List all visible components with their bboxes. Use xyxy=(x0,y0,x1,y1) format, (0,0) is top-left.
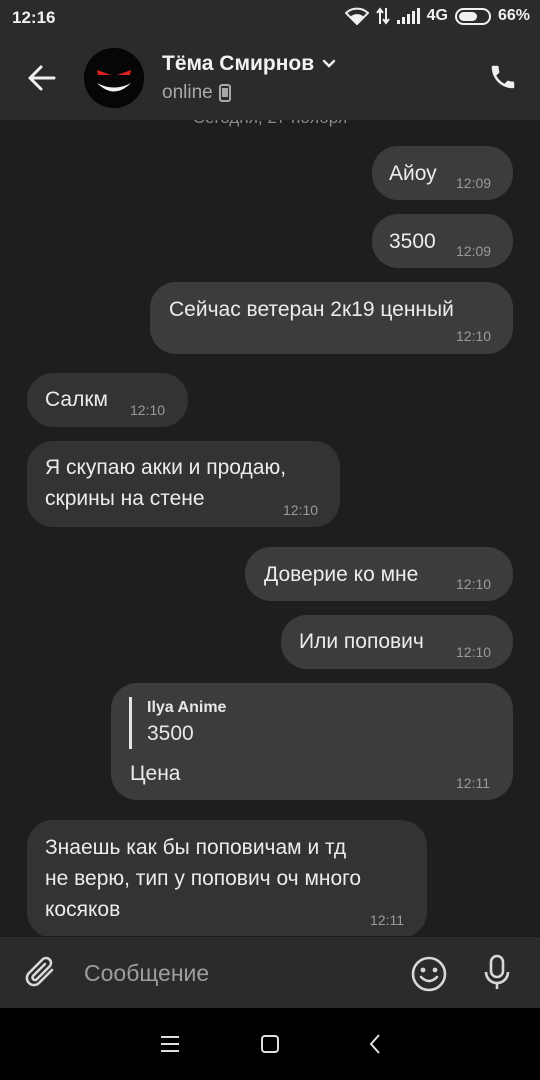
back-arrow-icon xyxy=(28,65,56,91)
message-text: Сейчас ветеран 2к19 ценный xyxy=(169,298,454,321)
message-text: Доверие ко мне xyxy=(264,563,419,586)
message-time: 12:10 xyxy=(456,644,492,660)
message-bubble-incoming[interactable]: Я скупаю акки и продаю, скрины на стене … xyxy=(27,441,340,527)
message-time: 12:09 xyxy=(456,175,492,191)
message-composer xyxy=(0,936,540,1008)
message-time: 12:09 xyxy=(456,243,492,259)
signal-icon xyxy=(396,8,420,24)
contact-status: online xyxy=(162,82,231,104)
message-text: Салкм xyxy=(45,388,108,411)
message-time: 12:10 xyxy=(456,328,492,344)
back-icon xyxy=(369,1034,380,1054)
message-time: 12:10 xyxy=(283,502,319,518)
back-button[interactable] xyxy=(22,58,62,98)
system-back-button[interactable] xyxy=(361,1030,389,1058)
contact-name-text: Тёма Смирнов xyxy=(162,52,315,75)
message-bubble-outgoing[interactable]: 3500 12:09 xyxy=(372,214,513,268)
avatar[interactable] xyxy=(84,48,144,108)
message-time: 12:11 xyxy=(456,775,490,791)
message-input[interactable] xyxy=(84,949,384,997)
message-bubble-incoming[interactable]: Знаешь как бы поповичам и тд не верю, ти… xyxy=(27,820,427,936)
message-text: 3500 xyxy=(389,230,436,253)
call-button[interactable] xyxy=(488,62,518,92)
menu-icon xyxy=(161,1036,179,1052)
wifi-icon xyxy=(344,7,369,25)
date-separator: Сегодня, 27 ноября xyxy=(0,120,540,128)
message-bubble-outgoing[interactable]: Айоу 12:09 xyxy=(372,146,513,200)
emoji-icon xyxy=(411,956,447,992)
paperclip-icon xyxy=(25,956,54,987)
message-bubble-outgoing[interactable]: Сейчас ветеран 2к19 ценный 12:10 xyxy=(150,282,513,354)
message-bubble-incoming[interactable]: Салкм 12:10 xyxy=(27,373,188,427)
message-text: Айоу xyxy=(389,162,437,185)
chat-header: Тёма Смирнов online xyxy=(0,36,540,120)
network-type: 4G xyxy=(426,7,448,24)
message-time: 12:11 xyxy=(370,912,404,928)
avatar-image xyxy=(84,48,144,108)
status-text: online xyxy=(162,82,213,103)
message-text: Или попович xyxy=(299,630,424,653)
battery-icon xyxy=(454,7,491,25)
mobile-device-icon xyxy=(218,84,231,102)
status-icons: 4G 66% xyxy=(344,7,530,25)
recent-apps-button[interactable] xyxy=(156,1030,184,1058)
message-text-line: скрины на стене xyxy=(45,487,205,510)
system-nav-bar xyxy=(0,1008,540,1080)
message-text-line: косяков xyxy=(45,898,121,921)
message-text-line: Знаешь как бы поповичам и тд xyxy=(45,836,347,859)
phone-icon xyxy=(491,65,515,89)
emoji-button[interactable] xyxy=(410,955,448,993)
message-time: 12:10 xyxy=(130,402,166,418)
message-list[interactable]: Сегодня, 27 ноября Айоу 12:09 3500 12:09… xyxy=(0,120,540,936)
battery-percent: 66% xyxy=(497,7,530,24)
reply-author: Ilya Anime xyxy=(147,699,227,716)
reply-text: 3500 xyxy=(147,722,194,745)
message-text-line: Я скупаю акки и продаю, xyxy=(45,456,287,479)
microphone-icon xyxy=(484,954,510,989)
reply-quote[interactable]: Ilya Anime 3500 xyxy=(129,697,226,749)
chevron-down-icon xyxy=(322,59,336,68)
home-icon xyxy=(261,1035,279,1053)
message-time: 12:10 xyxy=(456,576,492,592)
home-button[interactable] xyxy=(256,1030,284,1058)
message-text-line: не верю, тип у попович оч много xyxy=(45,867,362,890)
message-bubble-outgoing[interactable]: Доверие ко мне 12:10 xyxy=(245,547,513,601)
contact-name[interactable]: Тёма Смирнов xyxy=(162,52,336,76)
status-time: 12:16 xyxy=(12,8,56,27)
message-bubble-outgoing[interactable]: Или попович 12:10 xyxy=(281,615,513,669)
attach-button[interactable] xyxy=(22,953,62,993)
status-bar: 12:16 4G 66% xyxy=(0,0,540,36)
data-transfer-icon xyxy=(375,7,390,25)
message-bubble-outgoing[interactable]: Ilya Anime 3500 Цена 12:11 xyxy=(111,683,513,800)
message-text: Цена xyxy=(130,762,181,785)
voice-message-button[interactable] xyxy=(482,953,512,993)
